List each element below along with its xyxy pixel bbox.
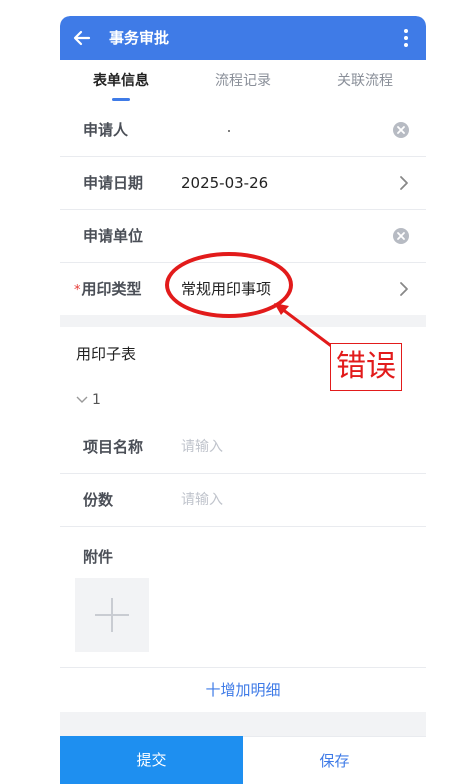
phone-screen: 事务审批 表单信息 流程记录 关联流程 申请人 申请日期 2025-03-26 … [60, 16, 426, 784]
applicant-value [228, 130, 230, 132]
chevron-right-icon [400, 282, 408, 296]
page-title: 事务审批 [109, 29, 170, 47]
apply-date-value: 2025-03-26 [181, 174, 269, 192]
bottom-divider [60, 712, 426, 736]
seal-type-label-wrap: *用印类型 [74, 263, 142, 317]
plus-icon [95, 598, 129, 632]
submit-button[interactable]: 提交 [60, 736, 243, 784]
project-name-input[interactable]: 请输入 [181, 421, 223, 473]
apply-date-label: 申请日期 [83, 174, 144, 192]
more-vertical-icon[interactable] [396, 28, 416, 48]
attachment-label: 附件 [83, 548, 114, 566]
active-tab-indicator [112, 98, 130, 101]
annotation-label: 错误 [330, 343, 402, 391]
clear-icon[interactable] [392, 227, 410, 245]
apply-date-row[interactable]: 申请日期 2025-03-26 [60, 157, 426, 210]
copies-row[interactable]: 份数 请输入 [60, 474, 426, 527]
bottom-action-bar: 提交 保存 [60, 736, 426, 784]
back-arrow-icon[interactable] [72, 28, 92, 48]
subtable-title: 用印子表 [76, 345, 137, 363]
copies-input[interactable]: 请输入 [181, 474, 223, 526]
group-index: 1 [92, 392, 101, 408]
save-button[interactable]: 保存 [243, 736, 426, 784]
tab-process-records[interactable]: 流程记录 [182, 60, 304, 104]
chevron-right-icon [400, 176, 408, 190]
upload-button[interactable] [75, 578, 149, 652]
add-detail-button[interactable]: 十增加明细 [60, 667, 426, 712]
clear-icon[interactable] [392, 121, 410, 139]
applicant-label: 申请人 [83, 121, 129, 139]
required-mark: * [74, 283, 81, 298]
tab-related-process[interactable]: 关联流程 [304, 60, 426, 104]
top-app-bar: 事务审批 [60, 16, 426, 60]
applicant-row[interactable]: 申请人 [60, 104, 426, 157]
copies-label: 份数 [83, 491, 114, 509]
subtable-group-toggle[interactable]: 1 [76, 392, 101, 408]
project-name-row[interactable]: 项目名称 请输入 [60, 421, 426, 474]
project-name-label: 项目名称 [83, 438, 144, 456]
chevron-down-icon [76, 396, 88, 403]
apply-unit-label: 申请单位 [83, 227, 144, 245]
seal-type-label: 用印类型 [81, 280, 142, 298]
